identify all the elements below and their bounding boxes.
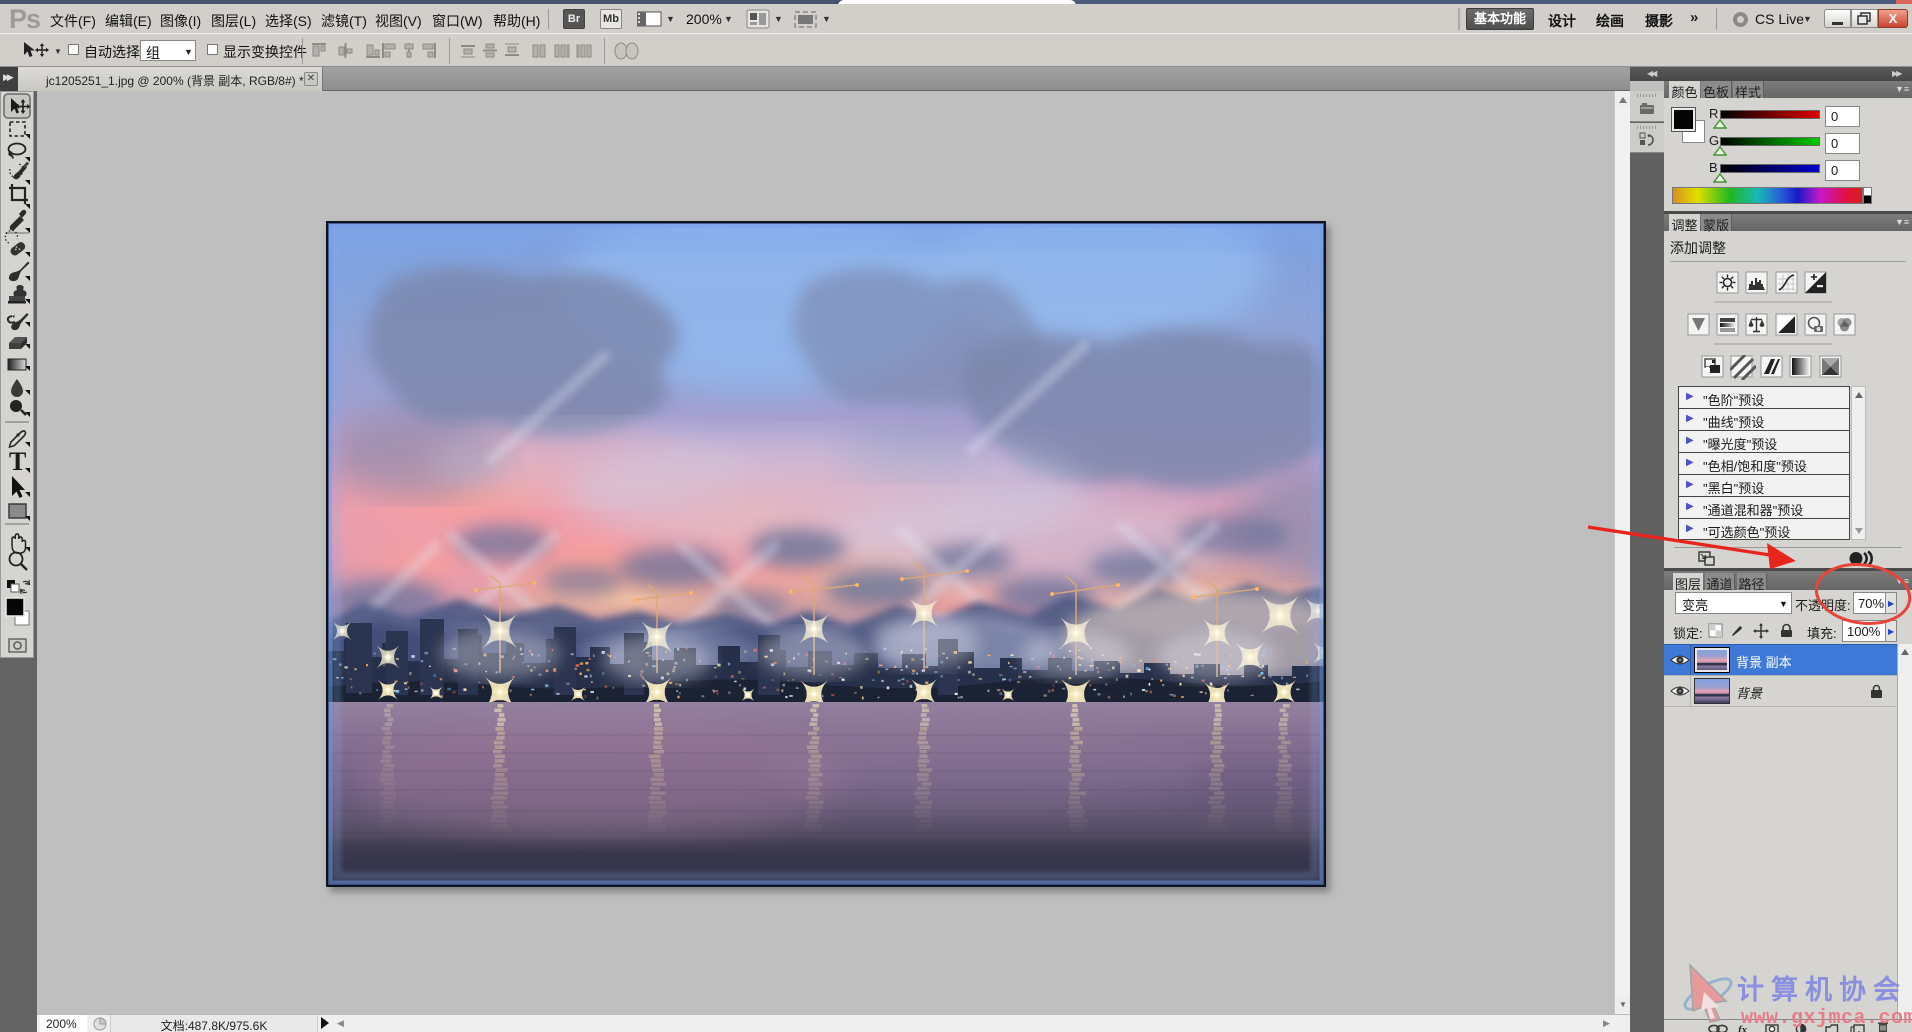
svg-text:T: T: [9, 447, 26, 476]
svg-text:计算机协会: 计算机协会: [1737, 974, 1907, 1005]
svg-text:www.gxjmca.com: www.gxjmca.com: [1741, 1007, 1912, 1030]
